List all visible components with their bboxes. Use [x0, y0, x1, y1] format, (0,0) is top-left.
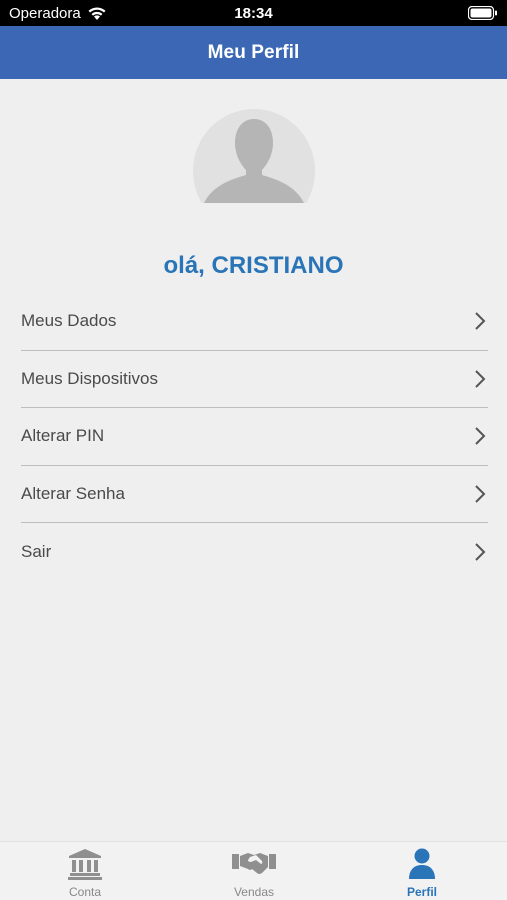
clock: 18:34 [234, 5, 273, 22]
bank-icon [68, 849, 102, 880]
menu-item-alterar-senha[interactable]: Alterar Senha [21, 466, 488, 523]
tab-label: Vendas [233, 885, 275, 899]
tab-perfil[interactable]: Perfil [362, 842, 482, 900]
user-silhouette-icon [193, 109, 315, 203]
tab-bar: Conta Vendas Perfil [0, 841, 507, 900]
navigation-bar: Meu Perfil [0, 26, 507, 79]
menu-item-alterar-pin[interactable]: Alterar PIN [21, 408, 488, 466]
handshake-icon [232, 853, 276, 874]
chevron-right-icon [475, 427, 486, 445]
profile-menu: Meus Dados Meus Dispositivos Alterar PIN… [21, 293, 488, 581]
chevron-right-icon [475, 543, 486, 561]
menu-item-label: Alterar Senha [21, 483, 125, 503]
chevron-right-icon [475, 485, 486, 503]
person-icon [409, 848, 435, 879]
tab-label: Conta [68, 885, 102, 899]
menu-item-label: Meus Dados [21, 311, 117, 331]
menu-item-label: Meus Dispositivos [21, 368, 158, 388]
avatar[interactable] [192, 109, 316, 203]
menu-item-meus-dispositivos[interactable]: Meus Dispositivos [21, 351, 488, 408]
tab-label: Perfil [406, 885, 437, 899]
chevron-right-icon [475, 370, 486, 388]
page-title: Meu Perfil [207, 41, 300, 63]
menu-item-label: Sair [21, 541, 52, 561]
menu-item-label: Alterar PIN [21, 426, 105, 446]
status-bar: Operadora 18:34 [0, 0, 507, 26]
tab-conta[interactable]: Conta [25, 842, 145, 900]
tab-vendas[interactable]: Vendas [194, 842, 314, 900]
chevron-right-icon [475, 312, 486, 330]
greeting: olá, CRISTIANO [163, 252, 344, 279]
menu-item-meus-dados[interactable]: Meus Dados [21, 293, 488, 351]
battery-icon [468, 6, 497, 20]
menu-item-sair[interactable]: Sair [21, 523, 488, 581]
